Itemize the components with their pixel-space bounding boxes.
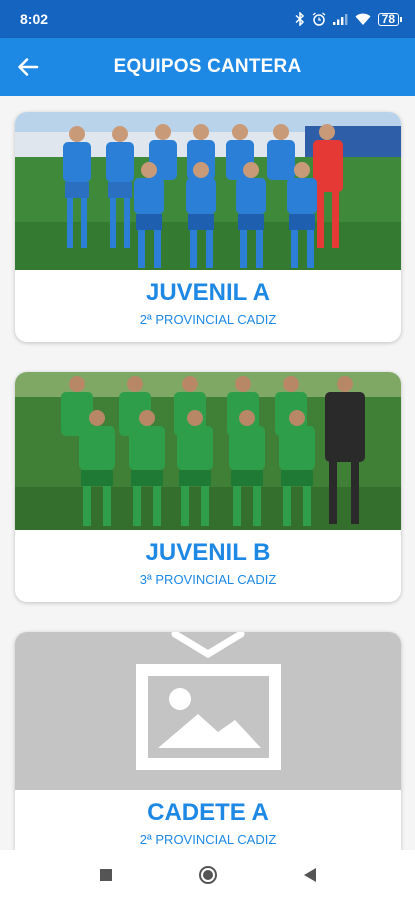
team-card-body: JUVENIL B 3ª PROVINCIAL CADIZ — [15, 530, 401, 602]
square-icon — [99, 869, 112, 881]
team-card-juvenil-a[interactable]: JUVENIL A 2ª PROVINCIAL CADIZ — [15, 112, 401, 342]
team-name: JUVENIL A — [145, 279, 271, 306]
app-bar: EQUIPOS CANTERA — [0, 38, 415, 96]
team-card-body: CADETE A 2ª PROVINCIAL CADIZ — [15, 790, 401, 850]
page-title: EQUIPOS CANTERA — [113, 56, 302, 77]
battery-level: 78 — [381, 12, 395, 26]
system-nav-bar — [0, 850, 415, 900]
wifi-icon — [355, 13, 371, 25]
signal-icon — [332, 13, 348, 25]
team-card-cadete-a[interactable]: CADETE A 2ª PROVINCIAL CADIZ — [15, 632, 401, 850]
team-name: CADETE A — [147, 799, 269, 826]
team-photo — [15, 112, 401, 270]
system-back-button[interactable] — [290, 855, 330, 895]
image-placeholder-icon — [15, 632, 401, 790]
team-name: JUVENIL B — [145, 539, 271, 566]
status-bar: 8:02 78 — [0, 0, 415, 38]
alarm-icon — [312, 12, 326, 26]
home-button[interactable] — [188, 855, 228, 895]
arrow-left-icon — [18, 58, 39, 76]
battery-icon: 78 — [377, 12, 403, 26]
home-circle-icon — [198, 866, 217, 884]
bluetooth-icon — [295, 12, 305, 26]
team-league: 2ª PROVINCIAL CADIZ — [139, 832, 277, 847]
back-triangle-icon — [303, 868, 316, 882]
team-list[interactable]: JUVENIL A 2ª PROVINCIAL CADIZ JUVENIL B … — [0, 96, 415, 850]
back-button[interactable] — [0, 38, 56, 96]
team-league: 3ª PROVINCIAL CADIZ — [139, 572, 277, 587]
team-card-juvenil-b[interactable]: JUVENIL B 3ª PROVINCIAL CADIZ — [15, 372, 401, 602]
status-time: 8:02 — [20, 11, 49, 27]
recent-apps-button[interactable] — [86, 855, 126, 895]
team-league: 2ª PROVINCIAL CADIZ — [139, 312, 277, 327]
status-icons: 78 — [295, 12, 403, 26]
team-photo — [15, 372, 401, 530]
team-card-body: JUVENIL A 2ª PROVINCIAL CADIZ — [15, 270, 401, 342]
